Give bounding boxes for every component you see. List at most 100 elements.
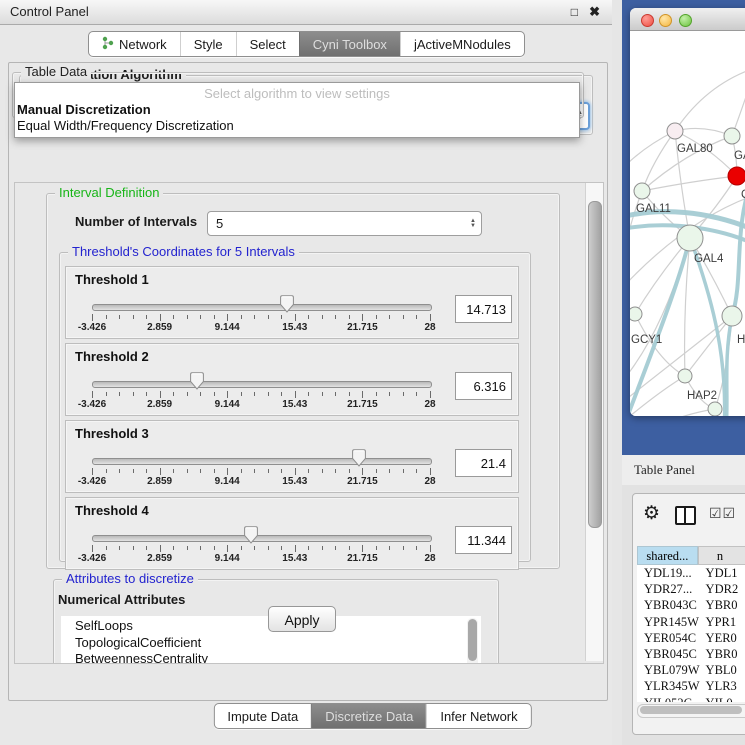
mode-tab-discretize-data[interactable]: Discretize Data <box>311 704 426 728</box>
network-edge[interactable] <box>675 69 745 131</box>
algorithm-option[interactable]: Manual Discretization <box>15 102 579 118</box>
network-node-red-node[interactable] <box>728 167 745 185</box>
table-cell[interactable]: YLR345W <box>637 678 700 694</box>
table-column-header[interactable]: shared... <box>637 546 698 565</box>
close-panel-icon[interactable]: ✖ <box>589 4 600 20</box>
slider-tick <box>92 468 93 475</box>
split-columns-icon[interactable] <box>675 506 696 525</box>
table-cell[interactable]: YBR043C <box>637 597 700 613</box>
table-row[interactable]: YBR043CYBR0 <box>637 597 745 613</box>
table-row[interactable]: YBL079WYBL0 <box>637 662 745 678</box>
algorithm-option[interactable]: Equal Width/Frequency Discretization <box>15 118 579 134</box>
threshold-slider-track[interactable] <box>92 381 432 388</box>
threshold-value-field[interactable] <box>455 372 512 400</box>
attributes-scrollbar-thumb[interactable] <box>468 619 477 661</box>
threshold-value-field[interactable] <box>455 449 512 477</box>
tab-select[interactable]: Select <box>236 32 299 56</box>
table-cell[interactable]: YPR145W <box>637 614 700 630</box>
table-cell[interactable]: YBL0 <box>700 662 745 678</box>
network-edge-highlighted[interactable] <box>630 238 690 416</box>
table-row[interactable]: YBR045CYBR0 <box>637 646 745 662</box>
slider-tick <box>403 546 404 550</box>
table-row[interactable]: YER054CYER0 <box>637 630 745 646</box>
minimize-window-icon[interactable] <box>659 14 672 27</box>
table-row[interactable]: YIL052CYIL0 <box>637 695 745 703</box>
tab-cyni-toolbox[interactable]: Cyni Toolbox <box>299 32 400 56</box>
threshold-slider-handle[interactable] <box>351 449 367 467</box>
slider-tick <box>268 315 269 319</box>
threshold-slider-track[interactable] <box>92 458 432 465</box>
table-cell[interactable]: YER054C <box>637 630 700 646</box>
table-cell[interactable]: YDL1 <box>700 565 745 581</box>
attribute-item[interactable]: BetweennessCentrality <box>61 651 481 664</box>
threshold-slider-handle[interactable] <box>279 295 295 313</box>
table-cell[interactable]: YDR27... <box>637 581 700 597</box>
zoom-window-icon[interactable] <box>679 14 692 27</box>
network-node-GAL4[interactable] <box>677 225 703 251</box>
apply-button[interactable]: Apply <box>268 606 336 632</box>
network-node-HAP2[interactable] <box>678 369 692 383</box>
table-cell[interactable]: YBL079W <box>637 662 700 678</box>
network-edge[interactable] <box>685 316 732 376</box>
slider-tick <box>295 545 296 552</box>
network-edge[interactable] <box>630 131 675 166</box>
panel-splitter[interactable] <box>612 0 622 745</box>
table-cell[interactable]: YPR1 <box>700 614 745 630</box>
table-cell[interactable]: YDL19... <box>637 565 700 581</box>
network-edge-highlighted[interactable] <box>726 316 732 416</box>
close-window-icon[interactable] <box>641 14 654 27</box>
network-node-H-partial[interactable] <box>722 306 742 326</box>
network-node-GCY1[interactable] <box>630 307 642 321</box>
tab-network[interactable]: Network <box>89 32 180 56</box>
settings-scrollbar[interactable] <box>585 183 603 661</box>
attribute-item[interactable]: TopologicalCoefficient <box>61 635 481 652</box>
table-row[interactable]: YPR145WYPR1 <box>637 614 745 630</box>
network-edge[interactable] <box>630 191 642 253</box>
table-cell[interactable]: YIL052C <box>637 695 700 703</box>
network-node-GA-partial[interactable] <box>724 128 740 144</box>
table-cell[interactable]: YBR045C <box>637 646 700 662</box>
threshold-value-field[interactable] <box>455 526 512 554</box>
number-of-intervals-combobox[interactable]: 5 ▲▼ <box>207 211 482 236</box>
table-cell[interactable]: YBR0 <box>700 646 745 662</box>
tab-style[interactable]: Style <box>180 32 236 56</box>
table-row[interactable]: YDR27...YDR2 <box>637 581 745 597</box>
tab-jactivemnodules[interactable]: jActiveMNodules <box>400 32 524 56</box>
network-edge[interactable] <box>732 79 745 136</box>
network-node-label: GA <box>734 150 745 162</box>
slider-tick <box>187 546 188 550</box>
network-node-GAL11[interactable] <box>634 183 650 199</box>
network-edge[interactable] <box>630 376 685 416</box>
network-canvas[interactable]: GAL80GACGAL11GAL4GCY1HHAP2 <box>630 31 745 416</box>
table-column-header[interactable]: n <box>698 546 745 565</box>
network-edge[interactable] <box>642 176 737 191</box>
table-hscrollbar-thumb[interactable] <box>640 706 742 714</box>
table-row[interactable]: YDL19...YDL1 <box>637 565 745 581</box>
mode-tab-infer-network[interactable]: Infer Network <box>426 704 530 728</box>
slider-tick <box>362 391 363 398</box>
threshold-slider-track[interactable] <box>92 535 432 542</box>
table-cell[interactable]: YIL0 <box>700 695 745 703</box>
threshold-value-field[interactable] <box>455 295 512 323</box>
table-cell[interactable]: YDR2 <box>700 581 745 597</box>
threshold-slider-track[interactable] <box>92 304 432 311</box>
settings-scrollbar-thumb[interactable] <box>588 201 602 528</box>
table-cell[interactable]: YBR0 <box>700 597 745 613</box>
slider-tick <box>200 546 201 550</box>
network-node-bottom-partial[interactable] <box>708 402 722 416</box>
table-cell[interactable]: YER0 <box>700 630 745 646</box>
slider-tick-label: 28 <box>400 553 460 564</box>
network-node-GAL80[interactable] <box>667 123 683 139</box>
mode-tab-impute-data[interactable]: Impute Data <box>214 704 311 728</box>
float-window-icon[interactable]: □ <box>571 5 578 19</box>
table-hscrollbar[interactable] <box>637 704 745 718</box>
threshold-slider-handle[interactable] <box>243 526 259 544</box>
checkbox-icons[interactable]: ☑☑ <box>709 506 736 523</box>
network-edge[interactable] <box>630 409 715 416</box>
attributes-scrollbar[interactable] <box>467 618 478 664</box>
threshold-slider-handle[interactable] <box>189 372 205 390</box>
settings-gear-icon[interactable]: ⚙ <box>643 502 660 525</box>
table-row[interactable]: YLR345WYLR3 <box>637 678 745 694</box>
table-cell[interactable]: YLR3 <box>700 678 745 694</box>
slider-tick <box>403 469 404 473</box>
